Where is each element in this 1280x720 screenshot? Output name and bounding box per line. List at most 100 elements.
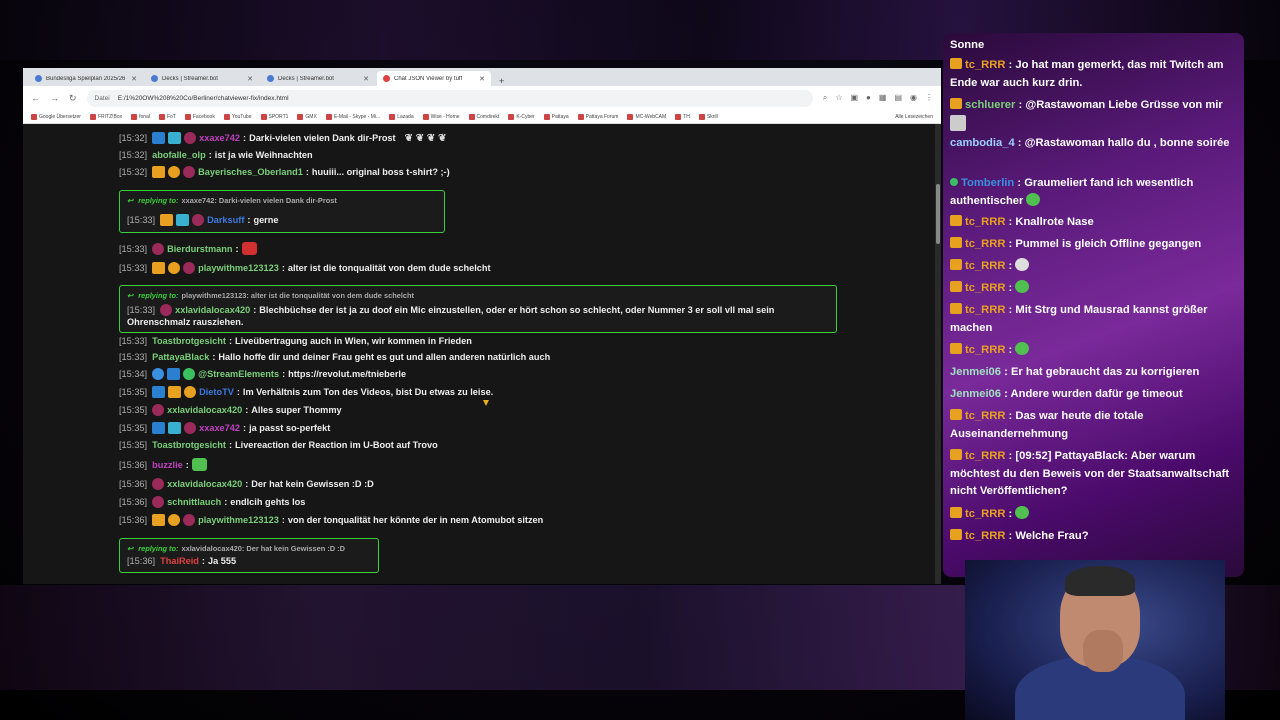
stream-scene: Bundesliga Spielplan 2025/26 ✕ Decks | St… <box>0 0 1280 720</box>
chat-username[interactable]: xxaxe742 <box>199 423 240 433</box>
bookmark-favicon-icon <box>184 113 191 120</box>
overlay-username: Jenmei06 <box>950 388 1001 400</box>
vip-badge-icon <box>167 368 181 380</box>
gift-badge-icon <box>168 262 181 274</box>
chat-message: [15:36] ThaiReid : Ja 555 <box>127 556 236 566</box>
bookmark-item[interactable]: SPORT1 <box>260 113 288 120</box>
close-icon[interactable]: ✕ <box>131 75 137 83</box>
overlay-username: tc_RRR <box>965 282 1006 294</box>
browser-tab[interactable]: Bundesliga Spielplan 2025/26 ✕ <box>29 71 143 86</box>
message-timestamp: [15:33] <box>119 243 148 254</box>
forward-icon[interactable]: → <box>50 93 59 103</box>
chat-message: [15:35] DietoTV : Im Verhältnis zum Ton d… <box>119 386 493 398</box>
bookmark-item[interactable]: FoT <box>158 113 176 120</box>
bookmark-star-icon[interactable]: ☆ <box>835 93 842 103</box>
bookmark-item[interactable]: TH <box>675 113 690 120</box>
bookmark-label: Skrill <box>706 113 718 120</box>
back-icon[interactable]: ← <box>31 93 40 103</box>
chat-username[interactable]: xxlavidalocax420 <box>175 305 250 315</box>
chat-username[interactable]: Bayerisches_Oberland1 <box>198 167 303 177</box>
bookmark-item[interactable]: Wise - Home <box>422 113 460 120</box>
overlay-chat-line: tc_RRR : Welche Frau? <box>950 528 1238 546</box>
bookmark-item[interactable]: Lazada <box>389 113 414 120</box>
chat-username[interactable]: buzzlie <box>152 460 183 470</box>
extension-icon[interactable]: ▤ <box>894 93 902 103</box>
reply-quoted-text: xxlavidalocax420: Der hat kein Gewissen … <box>181 544 346 553</box>
bookmark-item[interactable]: Comdirekt <box>468 113 499 120</box>
browser-tab[interactable]: Decks | Streamer.bot ✕ <box>261 71 375 86</box>
browser-tab-active[interactable]: Chat JSON Viewer by tuff ✕ <box>377 71 491 86</box>
reply-label: replying to: <box>138 544 179 553</box>
chat-username[interactable]: schnittlauch <box>167 497 221 507</box>
extension-icon[interactable]: ▦ <box>879 93 887 103</box>
reload-icon[interactable]: ↻ <box>69 93 77 104</box>
message-text: Im Verhältnis zum Ton des Videos, bist D… <box>242 387 494 397</box>
webcam-feed <box>965 560 1225 720</box>
crown-badge-icon <box>168 386 182 398</box>
url-scheme-label: Datei <box>94 94 110 102</box>
chat-message: [15:36] schnittlauch : endlcih gehts los <box>119 496 305 508</box>
chat-username[interactable]: ThaiReid <box>160 556 199 566</box>
chat-username[interactable]: abofalle_olp <box>152 150 206 160</box>
all-bookmarks-button[interactable]: Alle Lesezeichen <box>895 114 933 120</box>
favicon-icon <box>383 75 390 82</box>
profile-icon[interactable]: ◉ <box>910 93 917 103</box>
bookmark-item[interactable]: Google Übersetzer <box>31 113 81 120</box>
chat-username[interactable]: PattayaBlack <box>152 352 209 362</box>
crown-badge-icon <box>950 215 962 226</box>
extension-icon[interactable]: ▣ <box>850 93 858 103</box>
country-flag-badge-icon <box>160 304 173 316</box>
chat-username[interactable]: Darksuff <box>207 215 244 225</box>
message-timestamp: [15:35] <box>119 423 148 433</box>
chat-username[interactable]: xxlavidalocax420 <box>167 405 242 415</box>
message-separator: : <box>236 387 240 397</box>
chat-username[interactable]: xxlavidalocax420 <box>167 479 242 489</box>
message-text: Ohrenschmalz rausziehen. <box>127 317 244 327</box>
url-field[interactable]: Datei E:/1%20OW%208%20Co/Berliner/chatvi… <box>86 89 813 107</box>
bookmark-item[interactable]: GMX <box>297 113 317 120</box>
subscriber-badge-icon <box>168 132 182 144</box>
page-scrollbar[interactable] <box>935 124 941 584</box>
crown-badge-icon <box>950 343 962 354</box>
message-separator: : <box>245 405 249 415</box>
reply-arrow-icon: ↩ <box>127 291 136 300</box>
chat-username[interactable]: playwithme123123 <box>198 263 279 273</box>
bookmark-item[interactable]: FRITZ!Box <box>89 113 122 120</box>
chat-message: [15:33] Toastbrotgesicht : Liveübertragun… <box>119 336 472 346</box>
chat-username[interactable]: DietoTV <box>199 387 234 397</box>
bookmark-item[interactable]: YouTube <box>223 113 252 120</box>
bookmark-item[interactable]: Pattaya <box>543 113 569 120</box>
message-separator: : <box>247 215 251 225</box>
scrollbar-thumb[interactable] <box>936 184 940 244</box>
bookmark-item[interactable]: MC-WebCAM <box>627 113 666 120</box>
zoom-icon[interactable]: ⌕ <box>823 93 827 103</box>
bookmark-item[interactable]: Pattaya Forum <box>577 113 618 120</box>
chat-username[interactable]: xxaxe742 <box>199 133 240 143</box>
bookmark-item[interactable]: fonal <box>131 113 150 120</box>
browser-tab[interactable]: Decks | Streamer.bot ✕ <box>145 71 259 86</box>
bookmark-item[interactable]: Facebook <box>184 113 215 120</box>
message-separator: : <box>208 150 212 160</box>
menu-icon[interactable]: ⋮ <box>925 93 933 103</box>
chat-username[interactable]: Toastbrotgesicht <box>152 336 226 346</box>
message-timestamp: [15:32] <box>119 167 148 177</box>
ghost-emote-icon <box>1015 258 1030 271</box>
chat-username[interactable]: playwithme123123 <box>198 515 279 525</box>
close-icon[interactable]: ✕ <box>363 75 369 83</box>
bookmark-item[interactable]: Skrill <box>698 113 718 120</box>
sticker-icon <box>950 114 966 131</box>
bookmark-item[interactable]: K-Cyber <box>508 113 535 120</box>
close-icon[interactable]: ✕ <box>479 75 485 83</box>
url-text: E:/1%20OW%208%20Co/Berliner/chatviewer-f… <box>117 94 289 102</box>
new-tab-button[interactable]: + <box>493 76 510 86</box>
extension-icon[interactable]: ● <box>866 93 871 103</box>
bookmark-item[interactable]: E-Mail - Skype - Mi... <box>325 113 380 120</box>
chat-username[interactable]: @StreamElements <box>198 369 279 379</box>
message-timestamp: [15:32] <box>119 133 148 143</box>
chat-username[interactable]: Toastbrotgesicht <box>152 440 226 450</box>
close-icon[interactable]: ✕ <box>247 75 253 83</box>
tab-label: Bundesliga Spielplan 2025/26 <box>46 75 126 82</box>
chat-message: [15:35] xxlavidalocax420 : Alles super Th… <box>119 404 342 416</box>
chat-username[interactable]: Bierdurstmann <box>167 244 232 254</box>
chat-message: [15:35] xxaxe742 : ja passt so-perfekt <box>119 422 330 434</box>
